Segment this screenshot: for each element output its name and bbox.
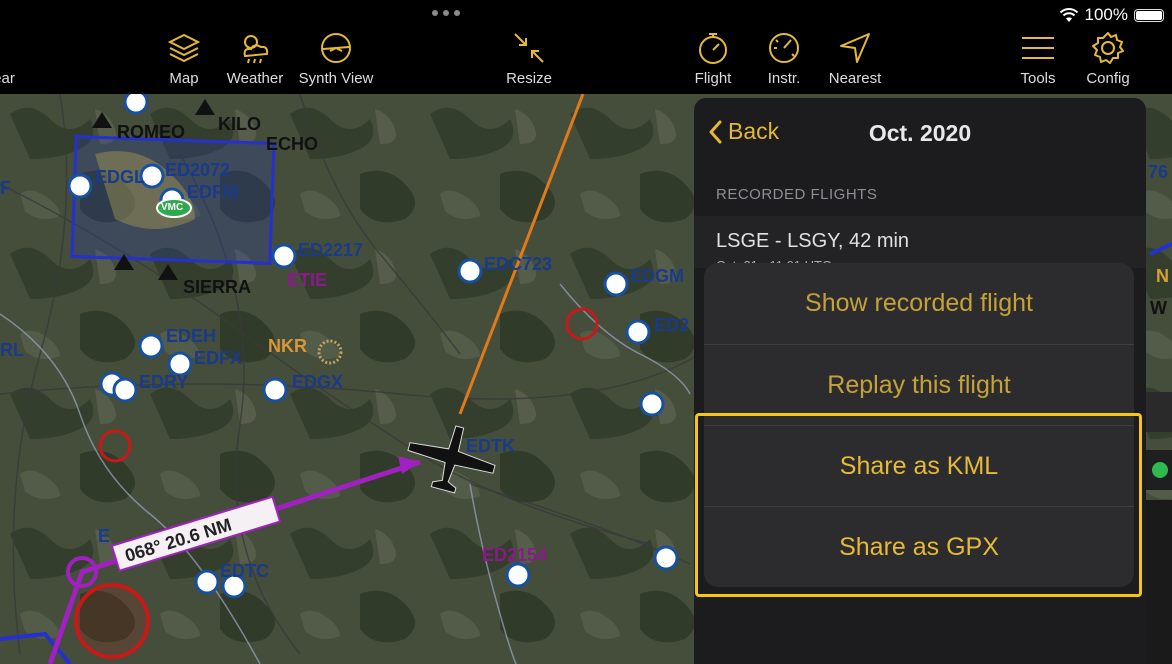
map-airport-edtk[interactable]: EDTK (466, 436, 515, 457)
toolbar-resize[interactable]: Resize (484, 30, 574, 87)
panel-title: Oct. 2020 (868, 120, 972, 146)
menu-lines-icon (1022, 37, 1054, 59)
layers-icon (167, 33, 201, 63)
map-airport-edc723[interactable]: EDC723 (484, 254, 552, 275)
map-label-w[interactable]: W (1150, 298, 1167, 319)
map-airport-edry[interactable]: EDRY (139, 372, 188, 393)
status-bar: 100% (0, 0, 1172, 30)
toolbar-label: Flight (694, 70, 732, 87)
multitask-dots[interactable] (432, 10, 468, 18)
map-vor-nkr[interactable]: NKR (268, 336, 307, 357)
map-airport-edgx[interactable]: EDGX (292, 372, 343, 393)
stopwatch-icon (699, 33, 727, 64)
toolbar-gear-partial[interactable]: ear (0, 30, 49, 87)
toolbar-label: Weather (226, 70, 284, 87)
battery-percent: 100% (1084, 5, 1128, 24)
section-header: RECORDED FLIGHTS (716, 186, 878, 203)
toolbar-label: Synth View (298, 70, 374, 87)
map-waypoint-romeo[interactable]: ROMEO (117, 122, 185, 143)
map-waypoint-kilo[interactable]: KILO (218, 114, 261, 135)
resize-arrows-icon (514, 33, 544, 63)
map-label-e[interactable]: E (98, 526, 110, 547)
toolbar-label: Resize (506, 70, 552, 87)
toolbar-label: Nearest (828, 70, 882, 87)
map-label-ed2072[interactable]: ED2072 (165, 160, 230, 181)
share-options-highlight (695, 413, 1142, 597)
map-airport-edgl[interactable]: EDGL (95, 167, 145, 188)
toolbar-label: Tools (1020, 70, 1056, 87)
map-airport-edgm[interactable]: EDGM (630, 266, 684, 287)
map-label-76[interactable]: 76 (1148, 162, 1168, 183)
side-widget[interactable] (1146, 392, 1172, 432)
map-label-etie[interactable]: ETIE (287, 270, 327, 291)
map-airport-edeh[interactable]: EDEH (166, 326, 216, 347)
toolbar-config[interactable]: Config (1063, 30, 1153, 87)
navigation-arrow-icon (840, 33, 870, 63)
panel-header: Back Oct. 2020 (694, 98, 1146, 170)
gear-partial-icon (0, 30, 22, 66)
map-waypoint-sierra[interactable]: SIERRA (183, 277, 251, 298)
map-label-f[interactable]: F (0, 178, 11, 199)
toolbar-label: Map (169, 70, 199, 87)
map-label-n[interactable]: N (1156, 266, 1169, 287)
flight-title: LSGE - LSGY, 42 min (716, 230, 910, 252)
map-label-ed2154[interactable]: ED2154 (482, 545, 547, 566)
gear-icon (1092, 32, 1124, 64)
side-status-indicator (1146, 450, 1172, 490)
toolbar-weather[interactable]: Weather (210, 30, 300, 87)
toolbar-nearest[interactable]: Nearest (810, 30, 900, 87)
map-airport-edtc[interactable]: EDTC (220, 561, 269, 582)
status-right: 100% (1059, 5, 1164, 25)
side-atc-tab[interactable] (1146, 500, 1172, 664)
battery-icon (1134, 8, 1164, 22)
toolbar-synth-view[interactable]: Synth View (291, 30, 381, 87)
attitude-indicator-icon (321, 33, 351, 63)
toolbar: ear Map Weather Synth View Resize (0, 28, 1172, 94)
map-waypoint-echo[interactable]: ECHO (266, 134, 318, 155)
show-recorded-flight-button[interactable]: Show recorded flight (704, 263, 1134, 344)
map-label-rl[interactable]: RL (0, 340, 24, 361)
toolbar-label: Config (1086, 70, 1130, 87)
map-airport-edfm[interactable]: EDFM (187, 182, 238, 203)
wifi-icon (1059, 8, 1078, 22)
map-airport-edfx[interactable]: EDFX (194, 348, 242, 369)
map-label-ed2217[interactable]: ED2217 (298, 240, 363, 261)
toolbar-label: ear (0, 70, 15, 87)
toolbar-label: Instr. (767, 70, 801, 87)
weather-icon (243, 35, 269, 64)
map-label-ed2[interactable]: ED2 (654, 315, 689, 336)
gauge-icon (769, 33, 799, 63)
recorded-flight-row[interactable]: LSGE - LSGY, 42 min Oct. 21 - 11:01 UTC (694, 216, 1146, 273)
vmc-badge: VMC (161, 202, 184, 213)
